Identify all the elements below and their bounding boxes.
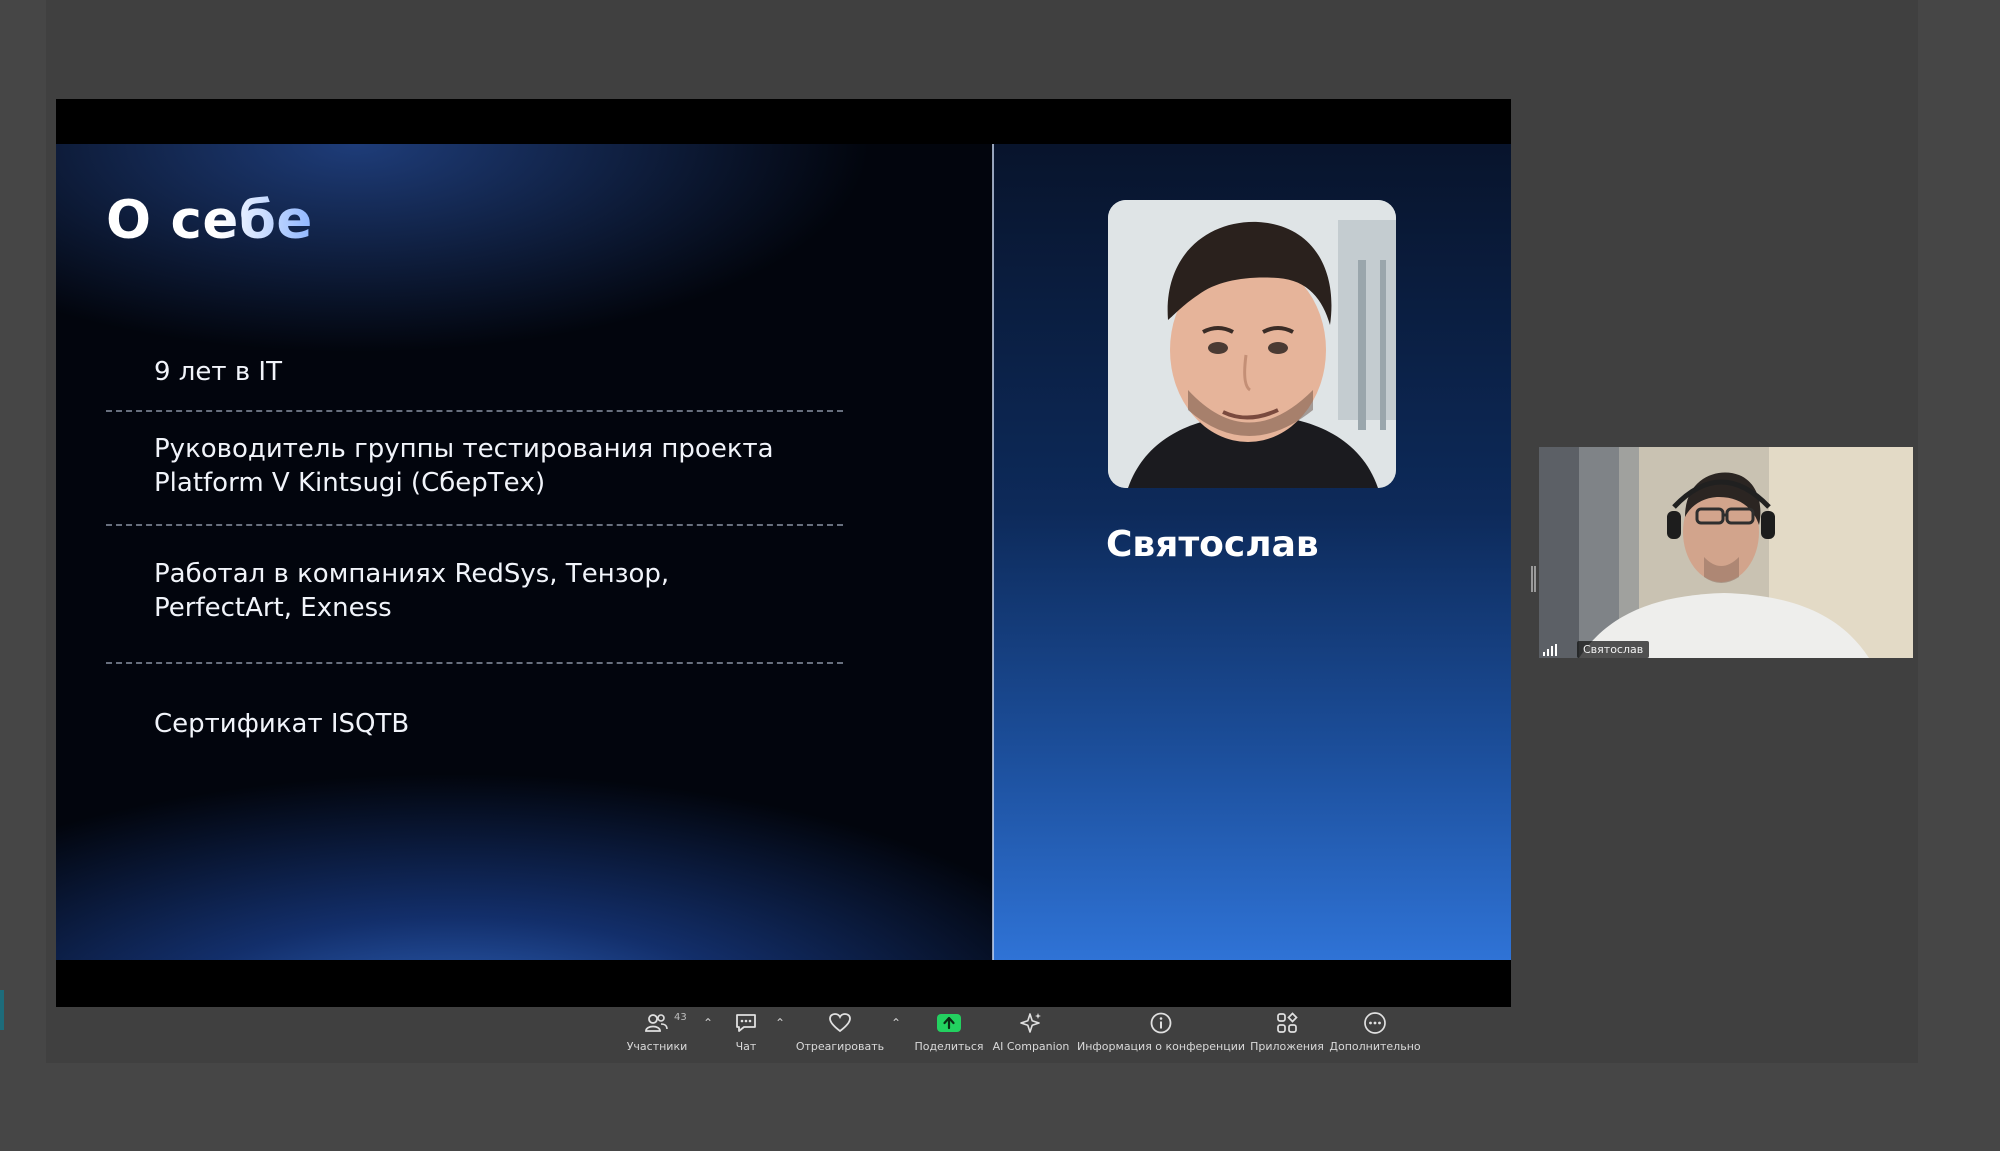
fact-separator	[106, 662, 843, 664]
react-caret-icon[interactable]: ⌃	[886, 1010, 906, 1036]
fact-item: 9 лет в IT	[106, 355, 282, 389]
apps-label: Приложения	[1250, 1040, 1324, 1053]
participant-video-tile[interactable]	[1539, 447, 1913, 658]
share-button[interactable]: Поделиться	[914, 1010, 984, 1053]
share-arrow-icon	[936, 1010, 962, 1036]
sparkle-icon	[1019, 1010, 1043, 1036]
ai-companion-button[interactable]: AI Companion	[988, 1010, 1074, 1053]
more-icon	[1363, 1010, 1387, 1036]
ai-companion-label: AI Companion	[992, 1040, 1070, 1053]
share-label: Поделиться	[914, 1040, 984, 1053]
fact-line: Platform V Kintsugi (СберТех)	[154, 468, 546, 498]
fact-item: Работал в компаниях RedSys, Тензор, Perf…	[106, 557, 669, 625]
meeting-info-label: Информация о конференции	[1076, 1040, 1246, 1053]
chat-label: Чат	[735, 1040, 757, 1053]
fact-line: 9 лет в IT	[154, 357, 282, 387]
participants-label: Участники	[626, 1040, 688, 1053]
more-button[interactable]: Дополнительно	[1329, 1010, 1421, 1053]
react-label: Отреагировать	[795, 1040, 885, 1053]
fact-line: Руководитель группы тестирования проекта	[154, 434, 774, 464]
chat-button[interactable]: Чат	[726, 1010, 766, 1053]
meeting-toolbar: 43 Участники ⌃ Чат ⌃ Отреагировать ⌃ Под…	[620, 1010, 1424, 1060]
info-icon	[1149, 1010, 1173, 1036]
shared-screen[interactable]: О себе 9 лет в IT Руководитель группы те…	[56, 99, 1511, 1007]
fact-line: PerfectArt, Exness	[154, 593, 392, 623]
panel-resize-handle[interactable]	[1531, 566, 1536, 592]
fact-separator	[106, 410, 843, 412]
react-button[interactable]: Отреагировать	[795, 1010, 885, 1053]
desktop-background	[0, 1063, 2000, 1151]
window-edge	[0, 990, 4, 1030]
participants-button[interactable]: 43 Участники	[620, 1010, 694, 1053]
chat-icon	[734, 1010, 758, 1036]
participants-icon: 43	[644, 1010, 687, 1036]
meeting-info-button[interactable]: Информация о конференции	[1076, 1010, 1246, 1053]
participants-count: 43	[674, 1012, 687, 1023]
apps-button[interactable]: Приложения	[1248, 1010, 1326, 1053]
fact-separator	[106, 524, 843, 526]
apps-icon	[1275, 1010, 1299, 1036]
participant-name-label: Святослав	[1577, 641, 1650, 658]
presenter-name: Святослав	[1106, 524, 1319, 565]
slide-title: О себе	[106, 190, 313, 251]
signal-icon	[1543, 644, 1557, 656]
chat-caret-icon[interactable]: ⌃	[770, 1010, 790, 1036]
slide-divider	[992, 144, 994, 960]
fact-item: Руководитель группы тестирования проекта…	[106, 432, 774, 500]
fact-item: Сертификат ISQTB	[106, 707, 409, 741]
fact-line: Работал в компаниях RedSys, Тензор,	[154, 559, 670, 589]
more-label: Дополнительно	[1329, 1040, 1421, 1053]
heart-icon	[828, 1010, 852, 1036]
fact-line: Сертификат ISQTB	[154, 709, 410, 739]
presenter-photo	[1108, 200, 1396, 488]
presentation-slide: О себе 9 лет в IT Руководитель группы те…	[56, 144, 1511, 960]
participants-caret-icon[interactable]: ⌃	[698, 1010, 718, 1036]
